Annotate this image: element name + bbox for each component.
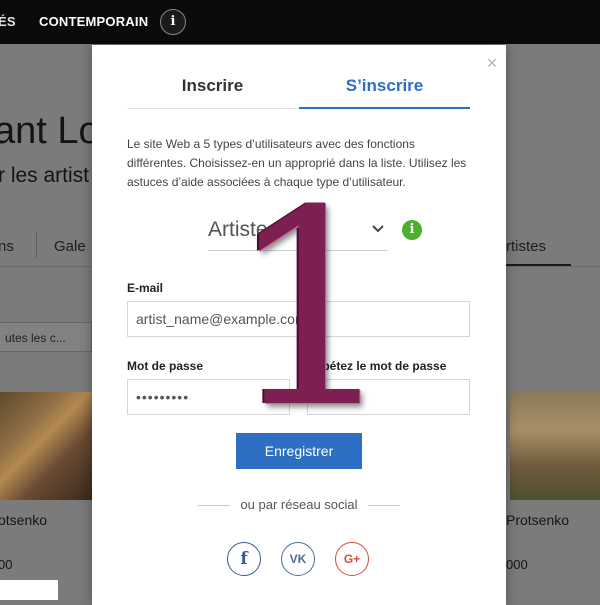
artwork-thumbnail[interactable] [0, 392, 92, 500]
page-title: ant Lo [0, 110, 100, 152]
facebook-icon[interactable]: f [227, 542, 261, 576]
password-repeat-field[interactable] [307, 379, 470, 415]
top-navigation-bar: ÉS CONTEMPORAIN i [0, 0, 600, 44]
email-field[interactable]: artist_name@example.com [127, 301, 470, 337]
nav-item-contemporain[interactable]: CONTEMPORAIN [39, 14, 148, 29]
artwork-thumbnail[interactable] [510, 392, 600, 500]
tab-active-indicator [299, 107, 470, 109]
category-filter-select[interactable]: utes les c... [0, 322, 92, 352]
page-subtitle: r les artist [0, 164, 90, 187]
info-icon[interactable]: i [160, 9, 186, 35]
tab-active-indicator [505, 264, 571, 266]
bg-tab-galeries[interactable]: Gale [54, 238, 86, 255]
tab-divider [36, 232, 37, 258]
tab-signup[interactable]: S’inscrire [299, 76, 470, 96]
social-divider-text: ou par réseau social [240, 497, 358, 512]
password-label: Mot de passe [127, 359, 204, 373]
artwork-price: 00 [0, 557, 13, 572]
card-fragment [0, 580, 58, 600]
password-repeat-label: Répétez le mot de passe [307, 359, 447, 373]
nav-item-partial[interactable]: ÉS [0, 14, 16, 29]
tab-login[interactable]: Inscrire [127, 76, 298, 96]
email-label: E-mail [127, 281, 164, 295]
artist-name[interactable]: otsenko [0, 512, 47, 528]
password-field[interactable]: ••••••••• [127, 379, 290, 415]
vk-icon[interactable]: VK [281, 542, 315, 576]
register-button[interactable]: Enregistrer [236, 433, 362, 469]
bg-tab-artistes[interactable]: rtistes [506, 238, 546, 255]
chevron-down-icon [372, 225, 384, 233]
user-type-value: Artiste [208, 218, 268, 241]
info-icon[interactable]: i [402, 220, 422, 240]
close-icon[interactable]: × [484, 54, 500, 72]
divider-line [198, 505, 230, 506]
google-plus-icon[interactable]: G+ [335, 542, 369, 576]
artwork-price: 000 [506, 557, 528, 572]
bg-tab-1[interactable]: ns [0, 238, 14, 255]
user-types-description: Le site Web a 5 types d’utilisateurs ave… [127, 137, 467, 189]
divider-line [368, 505, 400, 506]
artist-name[interactable]: Protsenko [506, 512, 569, 528]
user-type-select[interactable]: Artiste [208, 214, 388, 251]
